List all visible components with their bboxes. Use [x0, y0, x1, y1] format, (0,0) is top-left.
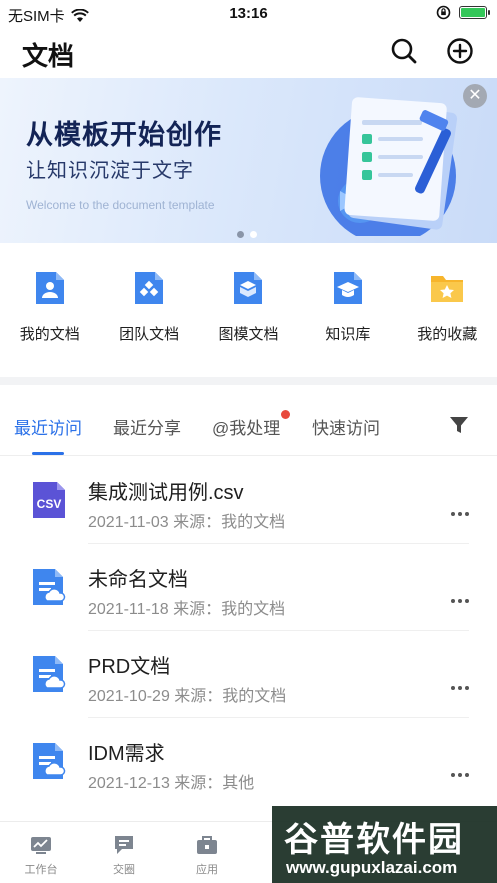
active-tab-indicator — [32, 452, 64, 455]
nav-label: 工作台 — [24, 864, 58, 876]
list-item[interactable]: 未命名文档 2021-11-18 来源：我的文档 — [0, 544, 497, 631]
banner-close-button[interactable]: ✕ — [463, 84, 487, 108]
file-list: CSV 集成测试用例.csv 2021-11-03 来源：我的文档 未命名文档 … — [0, 457, 497, 805]
csv-file-icon: CSV — [33, 482, 65, 518]
file-name: PRD文档 — [88, 656, 171, 678]
file-meta: 2021-11-18 来源：我的文档 — [88, 601, 286, 618]
nav-apps[interactable]: 应用 — [185, 834, 229, 877]
cube-doc-icon — [234, 272, 263, 304]
document-illustration — [320, 97, 458, 236]
site-watermark: 谷普软件园 www.gupuxlazai.com — [272, 806, 497, 883]
watermark-url: www.gupuxlazai.com — [286, 858, 458, 877]
entry-my-favorites[interactable]: 我的收藏 — [398, 270, 497, 360]
entry-knowledge-base[interactable]: 知识库 — [298, 270, 397, 360]
search-icon[interactable] — [389, 36, 419, 66]
tab-assigned-to-me[interactable]: @我处理 — [212, 414, 280, 439]
list-item[interactable]: CSV 集成测试用例.csv 2021-11-03 来源：我的文档 — [0, 457, 497, 544]
plus-circle-icon[interactable] — [445, 36, 475, 66]
entry-label: 知识库 — [325, 326, 371, 343]
person-doc-icon — [35, 272, 64, 304]
nav-label: 应用 — [196, 864, 218, 876]
status-time: 13:16 — [229, 5, 268, 22]
app-header: 文档 — [0, 28, 497, 78]
status-bar: 无SIM卡 13:16 — [0, 0, 497, 28]
more-options-icon[interactable] — [451, 686, 471, 694]
more-options-icon[interactable] — [451, 512, 471, 520]
entry-label: 我的文档 — [19, 326, 80, 343]
csv-badge-text: CSV — [37, 497, 62, 511]
entry-label: 我的收藏 — [417, 326, 478, 343]
banner-pagination — [237, 231, 257, 238]
file-name: 集成测试用例.csv — [88, 482, 244, 504]
quick-entries: 我的文档 团队文档 图模文档 知识库 我的收藏 — [0, 270, 497, 360]
cloud-doc-icon — [33, 656, 66, 692]
template-banner[interactable]: 从模板开始创作 让知识沉淀于文字 Welcome to the document… — [0, 78, 497, 243]
page-title: 文档 — [22, 41, 75, 71]
tab-recent-visits[interactable]: 最近访问 — [14, 414, 82, 439]
filter-icon[interactable] — [448, 414, 470, 436]
cloud-doc-icon — [33, 569, 66, 605]
close-icon: ✕ — [468, 87, 482, 104]
banner-subtitle: 让知识沉淀于文字 — [26, 160, 194, 182]
team-doc-icon — [135, 272, 164, 304]
chat-icon — [115, 836, 133, 854]
star-folder-icon — [431, 276, 464, 302]
watermark-title: 谷普软件园 — [284, 821, 464, 859]
tab-quick-access[interactable]: 快速访问 — [312, 414, 380, 439]
tab-recent-shares[interactable]: 最近分享 — [113, 414, 181, 439]
list-item[interactable]: PRD文档 2021-10-29 来源：我的文档 — [0, 631, 497, 718]
orientation-lock-icon — [436, 5, 451, 20]
file-meta: 2021-10-29 来源：我的文档 — [88, 688, 287, 705]
status-right — [436, 5, 490, 20]
section-divider — [0, 377, 497, 385]
entry-team-docs[interactable]: 团队文档 — [99, 270, 198, 360]
cloud-doc-icon — [33, 743, 66, 779]
list-item[interactable]: IDM需求 2021-12-13 来源：其他 — [0, 718, 497, 805]
banner-english-caption: Welcome to the document template — [26, 198, 215, 212]
file-meta: 2021-11-03 来源：我的文档 — [88, 514, 286, 531]
file-name: 未命名文档 — [88, 569, 188, 591]
entry-my-docs[interactable]: 我的文档 — [0, 270, 99, 360]
file-meta: 2021-12-13 来源：其他 — [88, 775, 255, 792]
pagination-dot-2[interactable] — [250, 231, 257, 238]
entry-label: 图模文档 — [218, 326, 279, 343]
briefcase-icon — [197, 836, 217, 854]
banner-title: 从模板开始创作 — [26, 120, 222, 150]
entry-model-docs[interactable]: 图模文档 — [199, 270, 298, 360]
graduation-cap-icon — [333, 272, 362, 304]
tab-bar: 最近访问 最近分享 @我处理 快速访问 — [0, 386, 497, 456]
workbench-icon — [31, 837, 51, 854]
more-options-icon[interactable] — [451, 599, 471, 607]
entry-label: 团队文档 — [119, 326, 180, 343]
battery-icon — [459, 6, 490, 19]
file-name: IDM需求 — [88, 743, 165, 765]
nav-chat[interactable]: 交圈 — [102, 834, 146, 877]
more-options-icon[interactable] — [451, 773, 471, 781]
notification-dot — [281, 410, 290, 419]
pagination-dot-1[interactable] — [237, 231, 244, 238]
nav-workbench[interactable]: 工作台 — [19, 834, 63, 877]
nav-label: 交圈 — [113, 864, 135, 876]
